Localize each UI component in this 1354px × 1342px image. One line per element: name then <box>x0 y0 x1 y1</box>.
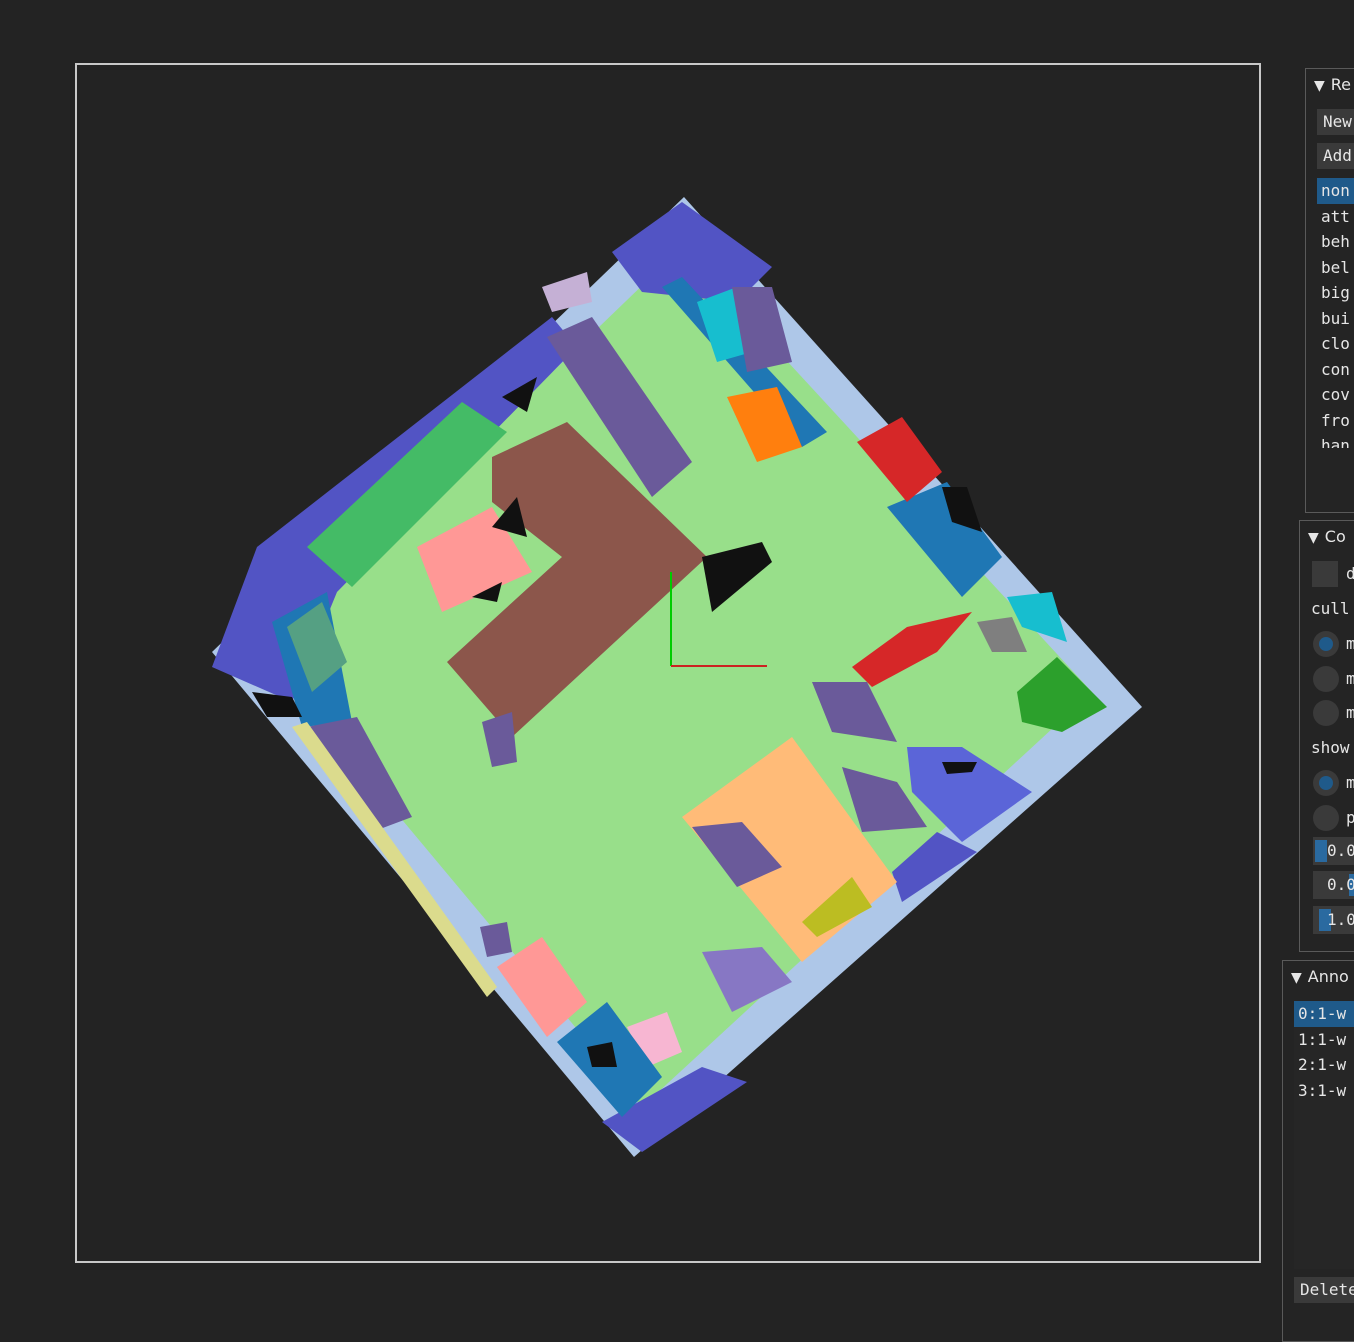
annotations-panel-header[interactable]: ▼ Anno <box>1291 967 1349 986</box>
culling-option-label: m <box>1346 669 1354 688</box>
list-item[interactable]: fro <box>1317 408 1354 434</box>
config-panel-header[interactable]: ▼ Co <box>1308 527 1346 546</box>
culling-radio-3[interactable] <box>1313 700 1339 726</box>
show-option-label: p <box>1346 808 1354 827</box>
show-radio-2[interactable] <box>1313 805 1339 831</box>
show-label: show <box>1311 738 1350 757</box>
list-item[interactable]: 2:1-w <box>1294 1052 1354 1078</box>
culling-radio-2[interactable] <box>1313 666 1339 692</box>
collapse-triangle-icon[interactable]: ▼ <box>1291 970 1302 986</box>
region-panel-header[interactable]: ▼ Re <box>1314 75 1351 94</box>
slider-1[interactable]: 0.0 <box>1313 837 1354 865</box>
culling-label: cull <box>1311 599 1350 618</box>
list-item[interactable]: bui <box>1317 306 1354 332</box>
show-option-label: m <box>1346 773 1354 792</box>
culling-option-label: m <box>1346 634 1354 653</box>
display-checkbox[interactable] <box>1312 561 1338 587</box>
list-item[interactable]: con <box>1317 357 1354 383</box>
show-radio-1[interactable] <box>1313 770 1339 796</box>
delete-button[interactable]: Delete <box>1294 1277 1354 1303</box>
list-item[interactable]: big <box>1317 280 1354 306</box>
annotations-panel: ▼ Anno 0:1-w 1:1-w 2:1-w 3:1-w Delete <box>1282 960 1354 1342</box>
list-item[interactable]: clo <box>1317 331 1354 357</box>
list-item[interactable]: 3:1-w <box>1294 1078 1354 1104</box>
list-item[interactable]: 1:1-w <box>1294 1027 1354 1053</box>
region-panel: ▼ Re New Add non att beh bel big bui clo … <box>1305 68 1354 513</box>
annotation-list[interactable]: 0:1-w 1:1-w 2:1-w 3:1-w <box>1294 1001 1354 1269</box>
region-list[interactable]: non att beh bel big bui clo con cov fro … <box>1317 178 1354 448</box>
collapse-triangle-icon[interactable]: ▼ <box>1314 78 1325 94</box>
list-item[interactable]: non <box>1317 178 1354 204</box>
list-item[interactable]: bel <box>1317 255 1354 281</box>
culling-radio-1[interactable] <box>1313 631 1339 657</box>
slider-value: 1.0 <box>1327 910 1354 929</box>
map-floor <box>262 247 1092 1107</box>
new-button[interactable]: New <box>1317 109 1354 135</box>
list-item[interactable]: han <box>1317 433 1354 448</box>
config-panel: ▼Co d cull m m m show m p 0.0 0.0 1.0 <box>1299 520 1354 952</box>
slider-2[interactable]: 0.0 <box>1313 871 1354 899</box>
list-item[interactable]: 0:1-w <box>1294 1001 1354 1027</box>
slider-value: 0.0 <box>1327 875 1354 894</box>
list-item[interactable]: cov <box>1317 382 1354 408</box>
map-viewport[interactable] <box>75 63 1261 1263</box>
add-button[interactable]: Add <box>1317 143 1354 169</box>
slider-value: 0.0 <box>1327 841 1354 860</box>
list-item[interactable]: att <box>1317 204 1354 230</box>
slider-3[interactable]: 1.0 <box>1313 906 1354 934</box>
culling-option-label: m <box>1346 703 1354 722</box>
semantic-map <box>212 197 1142 1157</box>
slider-grab[interactable] <box>1315 840 1327 862</box>
checkbox-label: d <box>1346 564 1354 583</box>
collapse-triangle-icon[interactable]: ▼ <box>1308 530 1319 546</box>
list-item[interactable]: beh <box>1317 229 1354 255</box>
